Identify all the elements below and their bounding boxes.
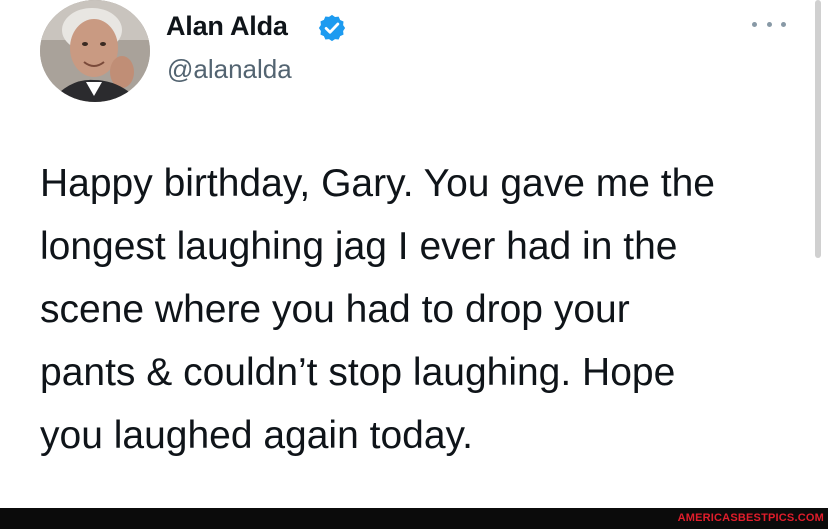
display-name[interactable]: Alan Alda	[166, 11, 288, 42]
profile-photo-icon	[40, 0, 150, 102]
verified-badge-icon	[318, 14, 346, 42]
tweet-line: Happy birthday, Gary. You gave me the	[40, 162, 715, 205]
tweet-line: pants & couldn’t stop laughing. Hope	[40, 351, 676, 394]
watermark-text: AMERICASBESTPICS.COM	[677, 512, 824, 524]
tweet-line: longest laughing jag I ever had in the	[40, 225, 678, 268]
more-options-icon[interactable]	[752, 14, 786, 34]
more-dot	[781, 21, 786, 27]
user-handle[interactable]: @alanalda	[167, 54, 292, 85]
scrollbar[interactable]	[815, 0, 821, 258]
more-dot	[752, 21, 757, 27]
tweet-line: scene where you had to drop your	[40, 288, 630, 331]
tweet-line: you laughed again today.	[40, 414, 473, 457]
watermark-bar: AMERICASBESTPICS.COM	[0, 508, 828, 529]
tweet-text: Happy birthday, Gary. You gave me the lo…	[40, 152, 810, 467]
more-dot	[766, 21, 772, 27]
avatar[interactable]	[40, 0, 150, 102]
tweet-screenshot: Alan Alda @alanalda Happy birthday, Gary…	[0, 0, 828, 529]
